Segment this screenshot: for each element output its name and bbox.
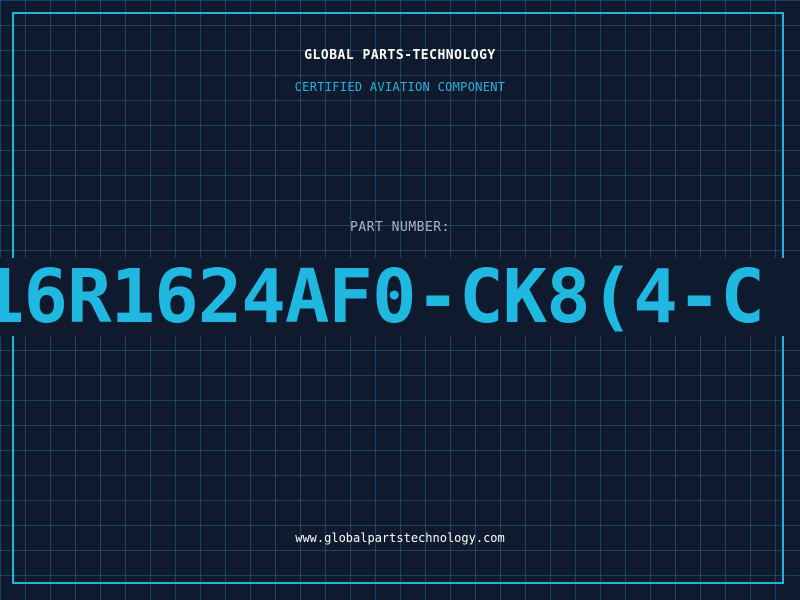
tagline: CERTIFIED AVIATION COMPONENT: [294, 80, 506, 94]
part-number-value: 16R1624AF0-CK8(4-C: [0, 258, 765, 336]
website-url: www.globalpartstechnology.com: [295, 531, 505, 545]
part-number-band: 16R1624AF0-CK8(4-C: [0, 258, 800, 336]
part-number-label: PART NUMBER:: [350, 220, 450, 235]
company-name: GLOBAL PARTS-TECHNOLOGY: [304, 48, 496, 63]
part-card: GLOBAL PARTS-TECHNOLOGY CERTIFIED AVIATI…: [0, 0, 800, 600]
